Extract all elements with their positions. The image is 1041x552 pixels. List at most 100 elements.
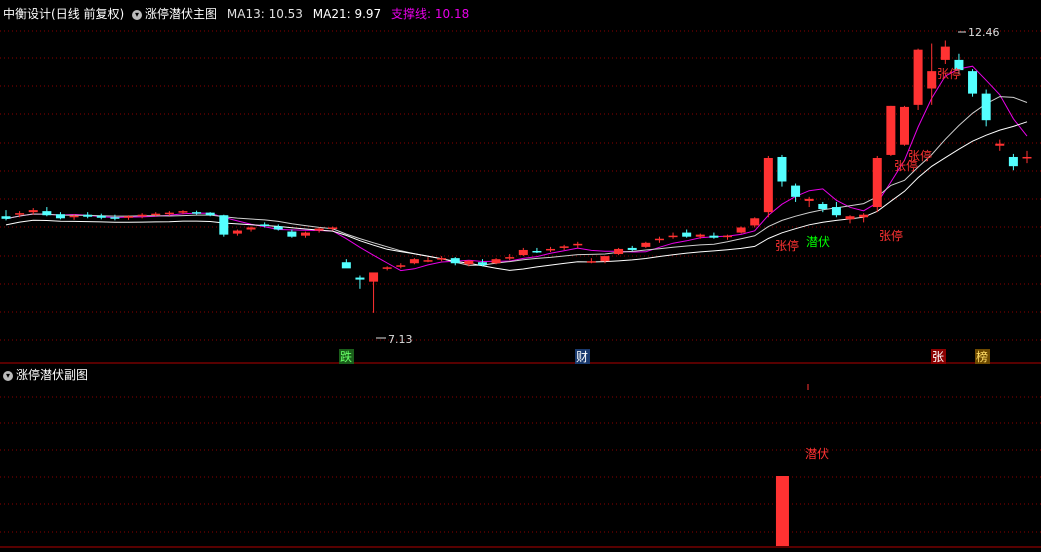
candle-body: [641, 242, 651, 247]
candle-body: [110, 217, 120, 219]
candlesticks: [1, 40, 1032, 313]
candle-body: [83, 214, 93, 217]
candle-body: [981, 93, 991, 121]
candle-body: [355, 277, 365, 280]
candle-body: [559, 246, 569, 248]
candle-body: [300, 232, 310, 236]
candle-body: [736, 227, 746, 233]
candle-body: [546, 248, 556, 251]
candle-body: [28, 210, 38, 213]
candle-body: [627, 247, 637, 250]
candle-body: [1, 216, 11, 219]
zhangting-label-4: 张停: [908, 148, 932, 163]
candle-body: [573, 243, 583, 246]
candle-body: [668, 235, 678, 238]
candle-body: [695, 234, 705, 237]
candle-body: [437, 258, 447, 260]
candle-body: [151, 213, 161, 216]
candle-body: [477, 262, 487, 266]
candle-body: [287, 231, 297, 237]
period-label: (日线 前复权): [51, 7, 125, 21]
candle-body: [464, 260, 474, 265]
grid-lines: [0, 30, 1041, 533]
candle-body: [219, 215, 229, 235]
qianfu-label-sub: 潜伏: [805, 447, 829, 461]
candle-body: [614, 248, 624, 255]
candle-body: [409, 259, 419, 264]
candle-body: [682, 232, 692, 237]
chart-canvas: 12.46 7.13 张停 潜伏 张停 张停 张停 张停 跌 财 张 榜 潜伏: [0, 26, 1041, 548]
die-badge-text: 跌: [340, 349, 352, 364]
candle-body: [369, 272, 379, 282]
sub-bar: [775, 476, 789, 546]
sub-header: 涨停潜伏副图: [3, 367, 88, 383]
zhang-badge-text: 张: [932, 350, 944, 364]
candle-body: [341, 262, 351, 269]
candle-body: [586, 261, 596, 263]
ma13-value: MA13: 10.53: [226, 7, 303, 21]
high-price-label: 12.46: [968, 26, 1000, 39]
candle-body: [886, 105, 896, 155]
candle-body: [940, 46, 950, 60]
candle-body: [818, 203, 828, 210]
candle-body: [600, 256, 610, 262]
bang-badge-text: 榜: [976, 349, 988, 364]
candle-body: [192, 212, 202, 214]
candle-body: [42, 211, 52, 216]
zhangting-label-2: 张停: [879, 228, 903, 243]
sub-panel-bars: [775, 476, 789, 546]
dropdown-circle-icon[interactable]: [3, 370, 13, 381]
candle-body: [518, 249, 528, 256]
candle-body: [491, 259, 501, 264]
candle-body: [450, 258, 460, 264]
candle-body: [260, 224, 270, 226]
candle-body: [96, 215, 106, 218]
candle-body: [232, 230, 242, 234]
candle-body: [845, 216, 855, 220]
low-price-label: 7.13: [388, 333, 413, 346]
cai-badge-text: 财: [576, 350, 588, 364]
candle-body: [382, 267, 392, 269]
candle-body: [532, 250, 542, 253]
dropdown-circle-icon[interactable]: [132, 9, 143, 20]
candle-body: [750, 218, 760, 226]
stock-name: 中衡设计: [3, 7, 52, 21]
candle-body: [791, 185, 801, 197]
candle-body: [328, 227, 338, 229]
candle-body: [246, 227, 256, 230]
sub-indicator-name[interactable]: 涨停潜伏副图: [16, 368, 88, 382]
candle-body: [763, 157, 773, 213]
candle-body: [872, 157, 882, 208]
candle-body: [913, 49, 923, 105]
qianfu-label-main: 潜伏: [806, 235, 830, 249]
candle-body: [1022, 156, 1032, 159]
candle-body: [995, 143, 1005, 146]
support-value: 支撑线: 10.18: [391, 7, 470, 21]
candle-body: [899, 106, 909, 145]
candle-body: [55, 214, 65, 219]
main-header: 中衡设计(日线 前复权) 涨停潜伏主图 MA13: 10.53 MA21: 9.…: [3, 6, 469, 22]
candle-body: [723, 235, 733, 238]
candle-body: [505, 257, 515, 259]
main-indicator-name[interactable]: 涨停潜伏主图: [145, 7, 217, 21]
candle-body: [15, 213, 25, 215]
annotations: 12.46 7.13 张停 潜伏 张停 张停 张停 张停 跌 财 张 榜 潜伏: [339, 26, 1000, 461]
panel-separator: [0, 362, 1041, 548]
candle-body: [164, 212, 174, 215]
candle-body: [178, 211, 188, 213]
candle-body: [396, 265, 406, 267]
candle-body: [205, 212, 215, 216]
candle-body: [709, 235, 719, 238]
candle-body: [314, 228, 324, 231]
candle-body: [273, 226, 283, 230]
candle-body: [69, 215, 79, 218]
ma21-value: MA21: 9.97: [312, 7, 382, 21]
candle-body: [654, 238, 664, 241]
candle-body: [423, 260, 433, 262]
candle-body: [137, 214, 147, 217]
candle-body: [859, 214, 869, 218]
candle-body: [831, 207, 841, 216]
zhangting-label-5: 张停: [937, 66, 961, 81]
candle-body: [804, 198, 814, 201]
candle-body: [927, 71, 937, 89]
